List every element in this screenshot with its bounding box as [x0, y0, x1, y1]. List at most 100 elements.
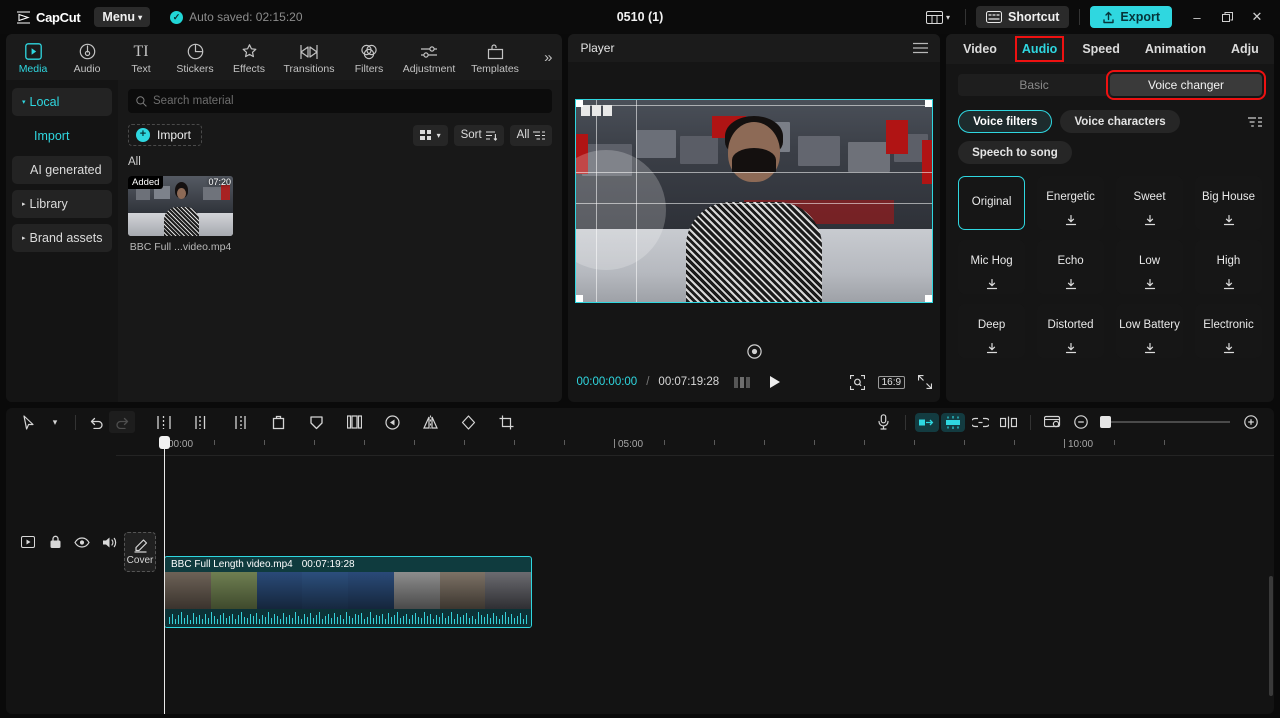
- sidebar-item-import[interactable]: Import: [12, 122, 112, 150]
- video-preview[interactable]: [575, 99, 933, 303]
- chevron-down-icon[interactable]: ▾: [42, 411, 68, 433]
- tab-transitions[interactable]: Transitions: [276, 39, 342, 75]
- download-icon[interactable]: [1223, 279, 1234, 290]
- lock-icon[interactable]: [47, 534, 63, 550]
- download-icon[interactable]: [1223, 343, 1234, 354]
- keyframe-icon[interactable]: [303, 411, 329, 433]
- timeline-vertical-scrollbar[interactable]: [1269, 576, 1273, 696]
- voice-effect-low-battery[interactable]: Low Battery: [1116, 304, 1183, 358]
- sidebar-item-brand-assets[interactable]: ▸ Brand assets: [12, 224, 112, 252]
- trim-right-icon[interactable]: [227, 411, 253, 433]
- tab-effects[interactable]: Effects: [222, 39, 276, 75]
- sidebar-item-library[interactable]: ▸ Library: [12, 190, 112, 218]
- frames-icon[interactable]: [734, 377, 751, 388]
- timeline-clip[interactable]: BBC Full Length video.mp4 00:07:19:28: [164, 556, 532, 628]
- media-item[interactable]: Added 07:20 BBC Full ...video.mp4: [128, 176, 233, 253]
- close-button[interactable]: ✕: [1242, 4, 1272, 30]
- select-arrow-icon[interactable]: [16, 411, 42, 433]
- tab-adjustment[interactable]: Adjustment: [396, 39, 462, 75]
- import-button[interactable]: + Import: [128, 124, 202, 146]
- nav-more-button[interactable]: »: [544, 49, 552, 66]
- link-icon[interactable]: [967, 411, 993, 433]
- tab-templates[interactable]: Templates: [462, 39, 528, 75]
- chip-voice-filters[interactable]: Voice filters: [958, 110, 1052, 133]
- download-icon[interactable]: [986, 343, 997, 354]
- play-icon[interactable]: [768, 375, 782, 389]
- timeline-ruler[interactable]: 00:00 05:00 10:00: [116, 436, 1274, 456]
- sort-button[interactable]: Sort: [454, 125, 504, 146]
- tab-adjust[interactable]: Adju: [1228, 40, 1262, 58]
- voice-effect-low[interactable]: Low: [1116, 240, 1183, 294]
- zoom-out-icon[interactable]: [1068, 411, 1094, 433]
- eye-icon[interactable]: [74, 534, 90, 550]
- redo-icon[interactable]: [109, 411, 135, 433]
- maximize-button[interactable]: [1212, 4, 1242, 30]
- aspect-ratio-button[interactable]: 16:9: [878, 376, 905, 389]
- shortcut-button[interactable]: Shortcut: [976, 6, 1069, 28]
- tab-animation[interactable]: Animation: [1142, 40, 1209, 58]
- undo-icon[interactable]: [83, 411, 109, 433]
- search-input[interactable]: Search material: [128, 89, 552, 113]
- voice-effect-high[interactable]: High: [1195, 240, 1262, 294]
- download-icon[interactable]: [1223, 215, 1234, 226]
- download-icon[interactable]: [1144, 215, 1155, 226]
- tab-media[interactable]: Media: [6, 39, 60, 75]
- trim-left-icon[interactable]: [189, 411, 215, 433]
- microphone-icon[interactable]: [870, 411, 896, 433]
- view-mode-button[interactable]: ▾: [413, 125, 448, 146]
- track-mini-icon[interactable]: [20, 534, 36, 550]
- timeline-zoom-slider[interactable]: [1102, 421, 1230, 423]
- chip-voice-characters[interactable]: Voice characters: [1060, 110, 1179, 133]
- reverse-icon[interactable]: [379, 411, 405, 433]
- tab-speed[interactable]: Speed: [1079, 40, 1123, 58]
- download-icon[interactable]: [1144, 279, 1155, 290]
- export-button[interactable]: Export: [1090, 6, 1172, 28]
- download-icon[interactable]: [1144, 343, 1155, 354]
- sidebar-item-ai-generated[interactable]: AI generated: [12, 156, 112, 184]
- zoom-slider-handle[interactable]: [1100, 416, 1111, 428]
- auto-cut-icon[interactable]: [941, 413, 965, 432]
- segment-basic[interactable]: Basic: [958, 74, 1110, 96]
- freeze-frame-icon[interactable]: [341, 411, 367, 433]
- preview-icon[interactable]: [1040, 411, 1066, 433]
- voice-effect-deep[interactable]: Deep: [958, 304, 1025, 358]
- delete-icon[interactable]: [265, 411, 291, 433]
- voice-effect-distorted[interactable]: Distorted: [1037, 304, 1104, 358]
- minimize-button[interactable]: –: [1182, 4, 1212, 30]
- voice-effect-energetic[interactable]: Energetic: [1037, 176, 1104, 230]
- filter-icon[interactable]: [1248, 116, 1262, 128]
- tab-video[interactable]: Video: [960, 40, 1000, 58]
- layout-switch-button[interactable]: ▾: [921, 8, 955, 27]
- voice-effect-electronic[interactable]: Electronic: [1195, 304, 1262, 358]
- download-icon[interactable]: [1065, 215, 1076, 226]
- segment-voice-changer[interactable]: Voice changer: [1110, 74, 1262, 96]
- voice-effect-sweet[interactable]: Sweet: [1116, 176, 1183, 230]
- sidebar-item-local[interactable]: ▾ Local: [12, 88, 112, 116]
- split-icon[interactable]: [151, 411, 177, 433]
- chip-speech-to-song[interactable]: Speech to song: [958, 141, 1072, 164]
- media-thumbnail[interactable]: Added 07:20: [128, 176, 233, 236]
- mirror-icon[interactable]: [417, 411, 443, 433]
- crop-icon[interactable]: [493, 411, 519, 433]
- rotate-icon[interactable]: [455, 411, 481, 433]
- download-icon[interactable]: [986, 279, 997, 290]
- speaker-icon[interactable]: [101, 534, 117, 550]
- download-icon[interactable]: [1065, 343, 1076, 354]
- playhead-handle[interactable]: [159, 436, 170, 449]
- zoom-in-icon[interactable]: [1238, 411, 1264, 433]
- voice-effect-original[interactable]: Original: [958, 176, 1025, 230]
- hamburger-icon[interactable]: [913, 42, 928, 54]
- fullscreen-icon[interactable]: [918, 375, 932, 389]
- tab-audio[interactable]: Audio: [1019, 40, 1060, 58]
- download-icon[interactable]: [1065, 279, 1076, 290]
- snapshot-icon[interactable]: [747, 344, 762, 359]
- zoom-fit-icon[interactable]: [850, 375, 865, 390]
- cover-button[interactable]: Cover: [124, 532, 156, 572]
- voice-effect-big-house[interactable]: Big House: [1195, 176, 1262, 230]
- voice-effect-echo[interactable]: Echo: [1037, 240, 1104, 294]
- tab-filters[interactable]: Filters: [342, 39, 396, 75]
- auto-caption-icon[interactable]: [915, 413, 939, 432]
- tab-audio[interactable]: Audio: [60, 39, 114, 75]
- adsorption-icon[interactable]: [995, 411, 1021, 433]
- filter-button[interactable]: All: [510, 125, 553, 146]
